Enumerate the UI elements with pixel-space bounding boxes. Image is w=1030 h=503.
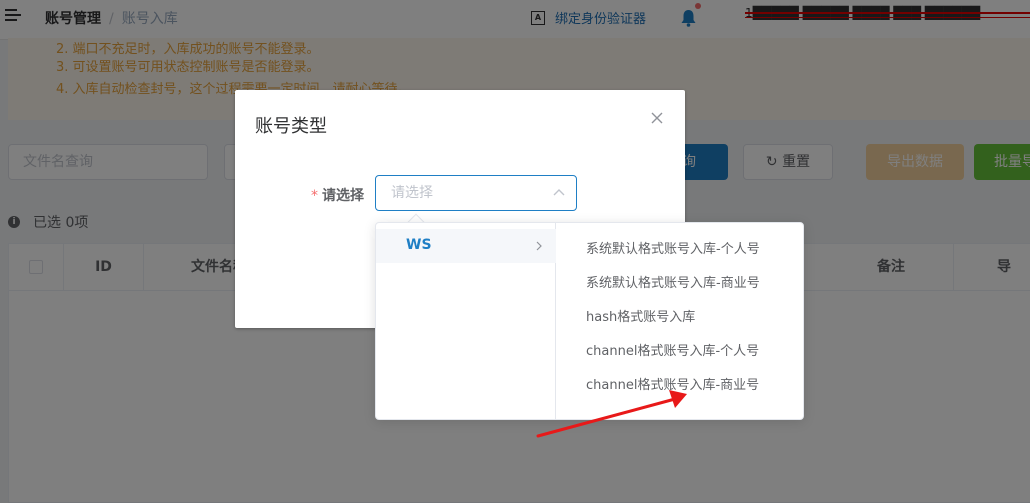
chevron-up-icon[interactable] [553,188,565,196]
form-label-text: 请选择 [322,188,364,204]
account-type-select[interactable]: 请选择 [375,175,577,211]
cascader-option-label: WS [406,237,432,253]
cascader-option[interactable]: hash格式账号入库 [586,306,695,325]
chevron-right-icon [536,241,542,251]
cascader-option[interactable]: 系统默认格式账号入库-商业号 [586,272,760,291]
cascader-option[interactable]: channel格式账号入库-个人号 [586,340,759,359]
dialog-title: 账号类型 [255,116,327,137]
cascader-option-ws[interactable]: WS [376,229,556,263]
cascader-option[interactable]: 系统默认格式账号入库-个人号 [586,238,760,257]
annotation-arrow-icon [536,390,687,438]
close-icon[interactable] [650,111,664,125]
cascader-menu-level1: WS [376,223,556,419]
account-type-label: * 请选择 [311,185,364,205]
required-mark: * [311,188,318,204]
